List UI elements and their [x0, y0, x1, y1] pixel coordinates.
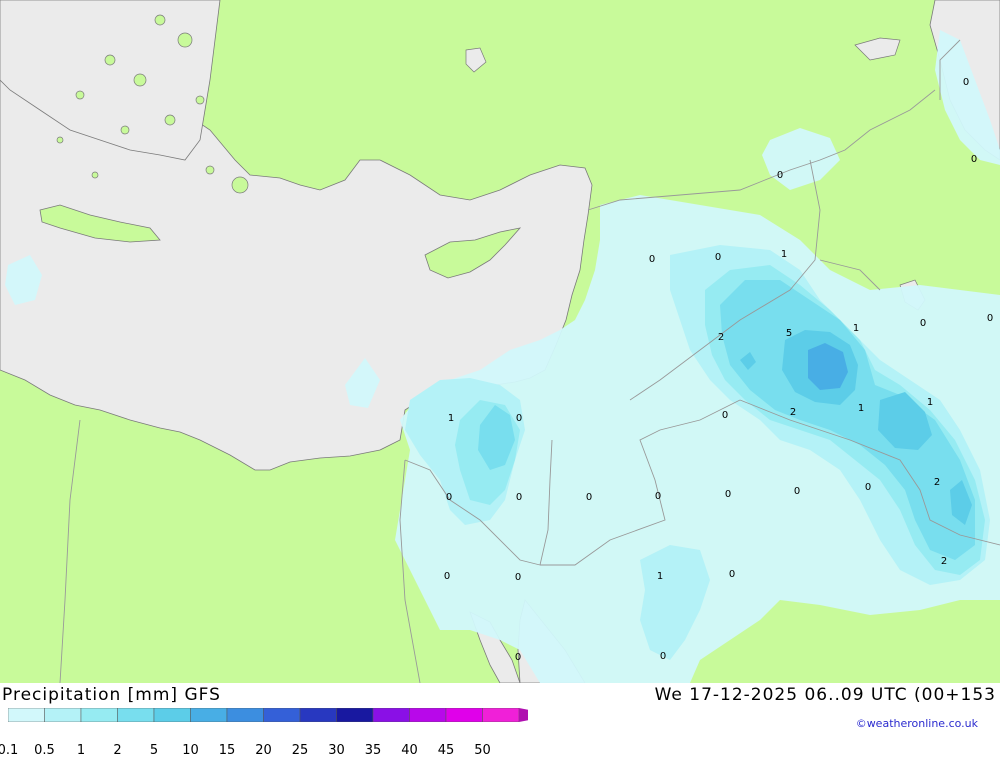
precipitation-legend: 0.1 0.5 1 2 5 10 15 20 25 30 35 40 45 50 [0, 707, 555, 758]
contour-label-iraq-southeast: 2 [934, 477, 940, 488]
contour-label-saudi-north-1: 0 [655, 491, 661, 502]
contour-label-iraq-east: 1 [927, 397, 933, 408]
forecast-datetime: We 17-12-2025 06..09 UTC (00+153 [654, 685, 996, 705]
legend-swatch [336, 707, 374, 723]
legend-tick-label: 0.5 [34, 743, 55, 758]
contour-label-turkey-east-2: 0 [971, 154, 977, 165]
contour-label-iraq-central: 2 [790, 407, 796, 418]
precipitation-map: 0 0 0 0 0 1 2 5 1 0 0 1 0 0 2 1 1 0 0 0 0 0 0 0 2 2 0 0 1 0 0 0 [0, 0, 1000, 683]
contour-label-iraq-south-2: 0 [865, 482, 871, 493]
legend-tick-label: 35 [364, 743, 382, 758]
legend-swatch [44, 707, 82, 723]
contour-label-egypt-east: 0 [444, 571, 450, 582]
contour-label-jordan: 0 [586, 492, 592, 503]
contour-label-kuwait: 2 [941, 556, 947, 567]
credit-link[interactable]: ©weatheronline.co.uk [856, 717, 978, 730]
legend-swatch [153, 707, 191, 723]
legend-tick-label: 10 [182, 743, 199, 758]
legend-swatch [7, 707, 45, 723]
legend-swatch [372, 707, 410, 723]
legend-tick-label: 25 [291, 743, 309, 758]
legend-tick-label: 0.1 [0, 743, 19, 758]
contour-label-syria-iraq-border: 2 [718, 332, 724, 343]
legend-tick-label: 40 [401, 743, 418, 758]
legend-tick-label: 1 [76, 743, 86, 758]
contour-label-iraq-north: 1 [853, 323, 859, 334]
contour-label-syria-west: 0 [649, 254, 655, 265]
contour-label-sinai-south: 0 [515, 572, 521, 583]
map-title: Precipitation [mm] GFS [2, 685, 221, 705]
legend-swatch [117, 707, 155, 723]
contour-label-jordan-west: 0 [722, 410, 728, 421]
contour-label-saudi-north-4: 0 [729, 569, 735, 580]
legend-swatch [80, 707, 118, 723]
contour-label-iran-west-1: 0 [920, 318, 926, 329]
legend-arrow [519, 708, 555, 722]
contour-label-sinai: 0 [516, 492, 522, 503]
legend-swatch [409, 707, 447, 723]
legend-tick-label: 15 [218, 743, 236, 758]
legend-ticks: 0.1 0.5 1 2 5 10 15 20 25 30 35 40 45 50 [0, 743, 528, 759]
legend-tick-label: 20 [255, 743, 272, 758]
contour-label-north-syria: 0 [777, 170, 783, 181]
contour-label-red-sea: 0 [515, 652, 521, 663]
contour-label-egypt-north: 0 [446, 492, 452, 503]
legend-swatch [445, 707, 483, 723]
contour-label-iraq-west: 5 [786, 328, 792, 339]
legend-tick-label: 5 [149, 743, 159, 758]
legend-tick-label: 50 [474, 743, 491, 758]
legend-tick-label: 30 [328, 743, 345, 758]
contour-label-syria-central: 0 [715, 252, 721, 263]
legend-swatch [263, 707, 301, 723]
contour-label-iran-west-2: 0 [987, 313, 993, 324]
contour-label-turkey-east-1: 0 [963, 77, 969, 88]
map-footer: Precipitation [mm] GFS We 17-12-2025 06.… [0, 683, 1000, 758]
legend-swatch [482, 707, 520, 723]
contour-label-syria-north: 1 [781, 249, 787, 260]
legend-colorbar [7, 707, 555, 723]
contour-label-israel: 0 [516, 413, 522, 424]
contour-label-sinai-north: 1 [448, 413, 454, 424]
contour-label-saudi-north-3: 0 [794, 486, 800, 497]
contour-label-iraq-south-1: 1 [858, 403, 864, 414]
contour-label-saudi-west: 0 [660, 651, 666, 662]
contour-label-saudi-north-2: 0 [725, 489, 731, 500]
legend-swatch [190, 707, 228, 723]
contour-label-saudi-northwest: 1 [657, 571, 663, 582]
legend-swatch [299, 707, 337, 723]
legend-tick-label: 2 [113, 743, 122, 758]
legend-tick-label: 45 [437, 743, 455, 758]
legend-swatch [226, 707, 264, 723]
